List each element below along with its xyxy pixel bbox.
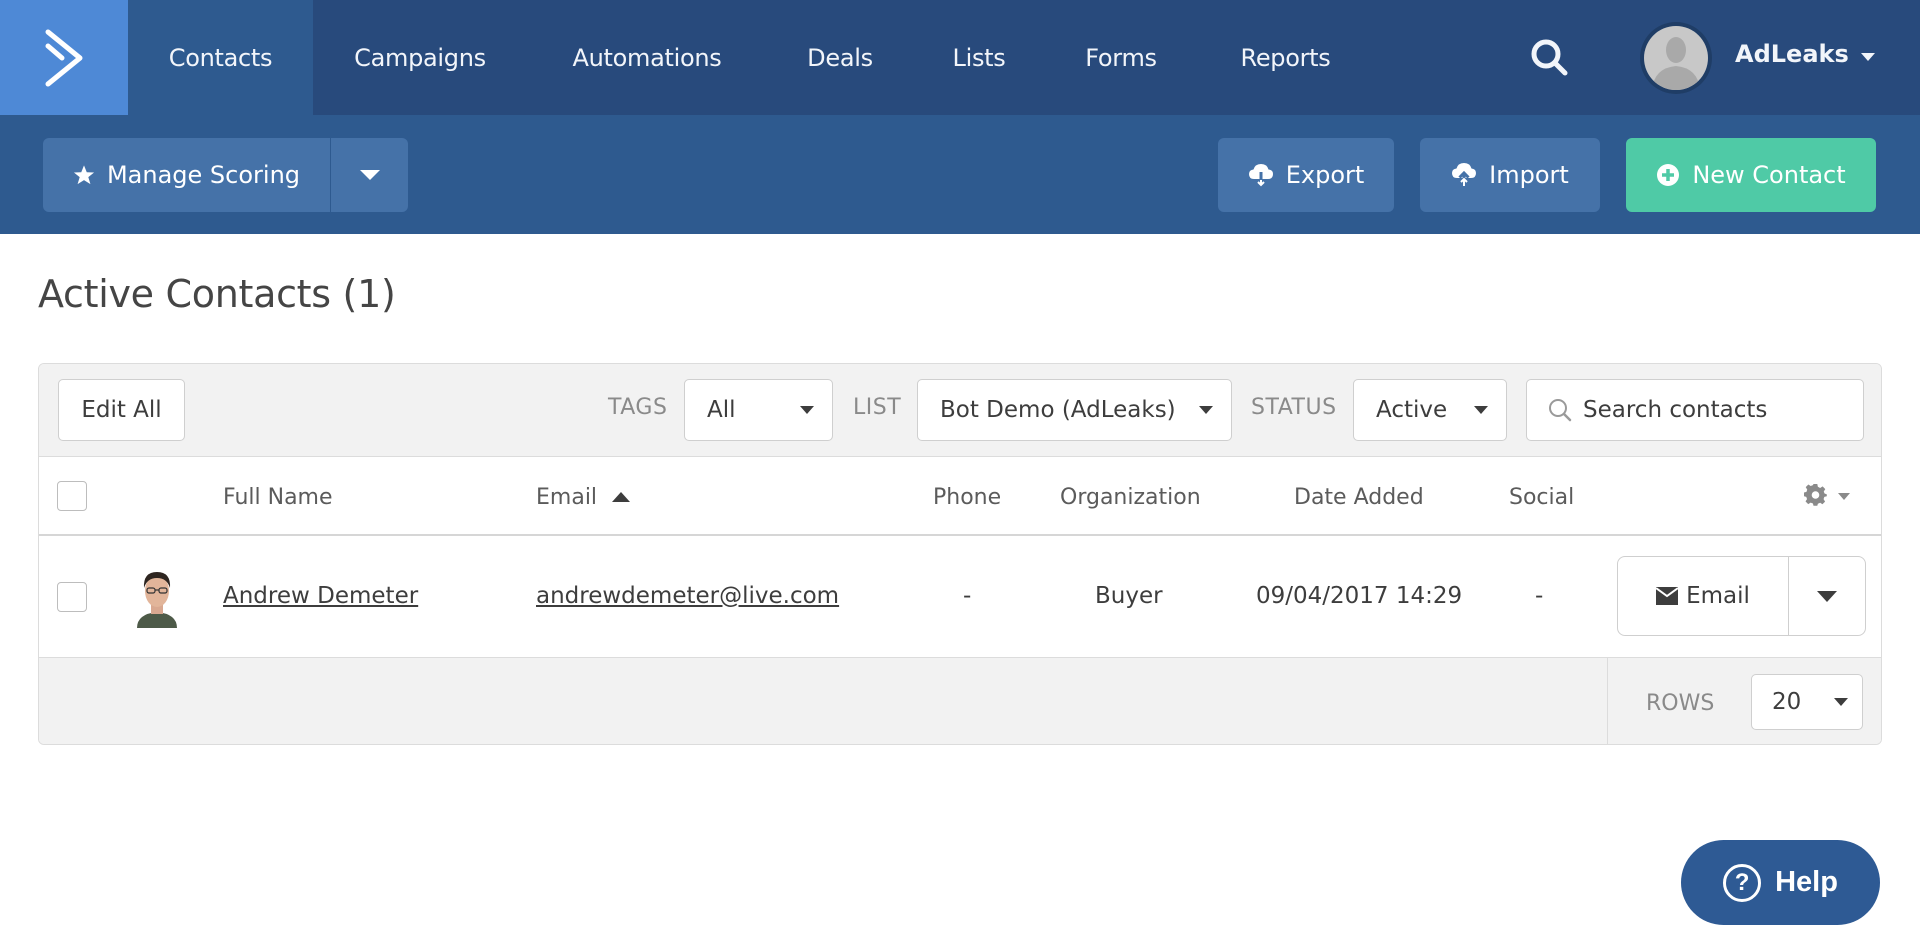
tags-filter-label: TAGS: [608, 395, 668, 420]
cloud-download-icon: [1248, 162, 1274, 188]
search-contacts-input[interactable]: Search contacts: [1526, 379, 1864, 441]
search-contacts-placeholder: Search contacts: [1583, 397, 1768, 423]
user-silhouette-icon: [1652, 37, 1700, 90]
search-icon: [1531, 39, 1568, 76]
nav-tab-contacts[interactable]: Contacts: [128, 0, 313, 115]
contact-email-link[interactable]: andrewdemeter@live.com: [536, 583, 839, 609]
column-header-phone[interactable]: Phone: [933, 485, 1001, 510]
list-filter-value: Bot Demo (AdLeaks): [940, 397, 1176, 423]
help-button[interactable]: ? Help: [1681, 840, 1880, 925]
new-contact-button[interactable]: New Contact: [1626, 138, 1876, 212]
column-header-email[interactable]: Email: [536, 485, 631, 510]
column-header-organization[interactable]: Organization: [1060, 485, 1201, 510]
status-filter-value: Active: [1376, 397, 1448, 423]
column-header-full-name[interactable]: Full Name: [223, 485, 333, 510]
select-all-checkbox[interactable]: [57, 481, 87, 511]
top-navigation: Contacts Campaigns Automations Deals Lis…: [0, 0, 1920, 115]
chevron-down-icon[interactable]: [1861, 53, 1875, 61]
gear-icon: [1804, 483, 1827, 506]
nav-tab-forms[interactable]: Forms: [1045, 0, 1197, 115]
contact-social: -: [1535, 583, 1544, 609]
contact-photo-icon: [137, 572, 177, 628]
user-avatar[interactable]: [1640, 22, 1712, 94]
contacts-toolbar: Manage Scoring Export Import New Contact: [0, 115, 1920, 234]
export-label: Export: [1285, 161, 1365, 189]
contacts-table: Edit All TAGS All LIST Bot Demo (AdLeaks…: [38, 363, 1882, 745]
nav-tab-campaigns[interactable]: Campaigns: [313, 0, 527, 115]
rows-per-page-label: ROWS: [1646, 691, 1715, 716]
row-checkbox[interactable]: [57, 582, 87, 612]
list-filter-select[interactable]: Bot Demo (AdLeaks): [917, 379, 1232, 441]
sort-ascending-icon: [612, 492, 631, 502]
contact-date-added: 09/04/2017 14:29: [1256, 583, 1463, 609]
rows-per-page-value: 20: [1772, 689, 1802, 715]
user-menu-name[interactable]: AdLeaks: [1735, 40, 1849, 68]
manage-scoring-button[interactable]: Manage Scoring: [43, 138, 330, 212]
rows-per-page-select[interactable]: 20: [1751, 674, 1863, 730]
tags-filter-value: All: [707, 397, 736, 423]
footer-divider: [1607, 658, 1608, 744]
table-header-row: Full Name Email Phone Organization Date …: [39, 457, 1881, 536]
edit-all-button[interactable]: Edit All: [58, 379, 185, 441]
nav-tab-deals[interactable]: Deals: [767, 0, 913, 115]
caret-down-icon: [800, 406, 814, 414]
email-contact-button[interactable]: Email: [1617, 556, 1789, 636]
nav-tab-reports[interactable]: Reports: [1197, 0, 1374, 115]
tags-filter-select[interactable]: All: [684, 379, 833, 441]
caret-down-icon: [1834, 698, 1848, 706]
column-settings-button[interactable]: [1804, 483, 1850, 513]
import-button[interactable]: Import: [1420, 138, 1600, 212]
activecampaign-logo-icon: [45, 29, 83, 86]
contact-phone: -: [963, 583, 972, 609]
caret-down-icon: [1817, 590, 1837, 602]
contact-organization: Buyer: [1095, 583, 1163, 609]
email-contact-label: Email: [1686, 583, 1750, 609]
question-circle-icon: ?: [1723, 863, 1762, 902]
plus-circle-icon: [1656, 163, 1680, 187]
filter-bar: Edit All TAGS All LIST Bot Demo (AdLeaks…: [39, 364, 1881, 457]
star-icon: [73, 164, 95, 186]
column-header-date-added[interactable]: Date Added: [1294, 485, 1424, 510]
caret-down-icon: [1838, 493, 1850, 500]
table-footer: ROWS 20: [39, 657, 1881, 744]
cloud-upload-icon: [1451, 162, 1477, 188]
column-header-social[interactable]: Social: [1509, 485, 1574, 510]
export-button[interactable]: Export: [1218, 138, 1394, 212]
list-filter-label: LIST: [853, 395, 902, 420]
help-label: Help: [1775, 866, 1838, 898]
status-filter-label: STATUS: [1251, 395, 1337, 420]
table-row: Andrew Demeter andrewdemeter@live.com - …: [39, 536, 1881, 657]
search-icon: [1549, 399, 1572, 422]
column-header-email-label: Email: [536, 485, 598, 510]
caret-down-icon: [359, 170, 380, 180]
new-contact-label: New Contact: [1692, 161, 1846, 189]
contact-actions-dropdown[interactable]: [1788, 556, 1866, 636]
caret-down-icon: [1474, 406, 1488, 414]
status-filter-select[interactable]: Active: [1353, 379, 1507, 441]
caret-down-icon: [1199, 406, 1213, 414]
search-button[interactable]: [1528, 36, 1572, 80]
manage-scoring-label: Manage Scoring: [106, 161, 301, 189]
contact-avatar[interactable]: [131, 566, 183, 628]
app-logo[interactable]: [0, 0, 128, 115]
nav-tab-lists[interactable]: Lists: [913, 0, 1045, 115]
envelope-icon: [1656, 587, 1679, 605]
manage-scoring-dropdown[interactable]: [331, 138, 408, 212]
page-title: Active Contacts (1): [38, 272, 396, 316]
contact-full-name-link[interactable]: Andrew Demeter: [223, 583, 418, 609]
nav-tab-automations[interactable]: Automations: [527, 0, 767, 115]
import-label: Import: [1489, 161, 1569, 189]
